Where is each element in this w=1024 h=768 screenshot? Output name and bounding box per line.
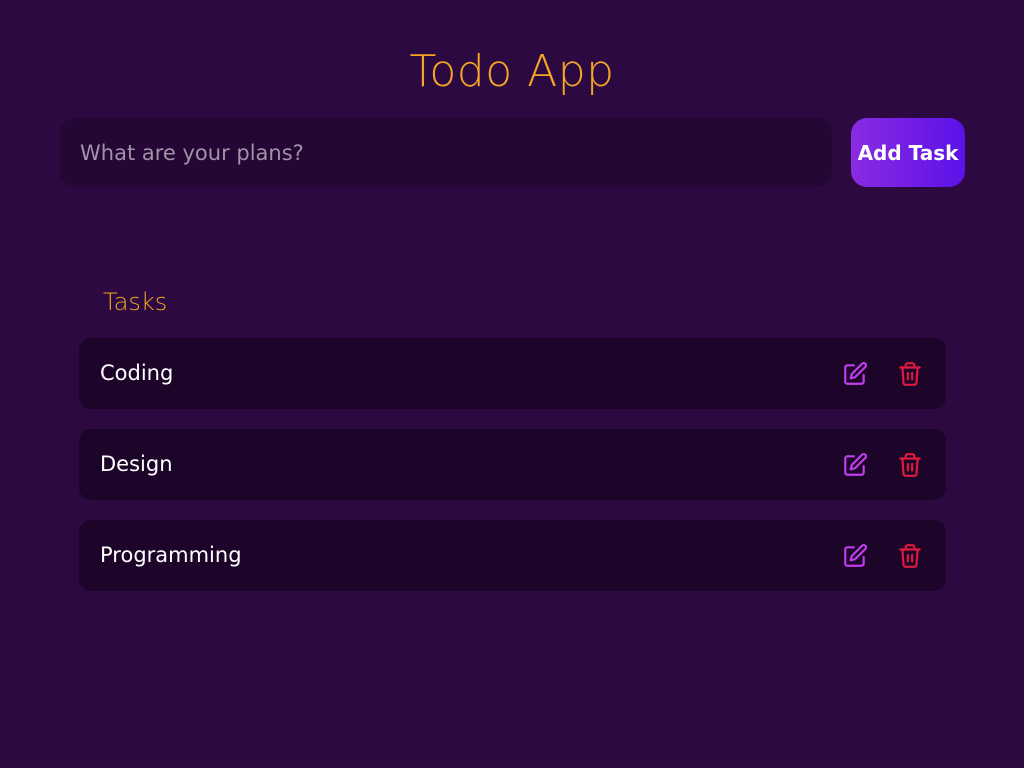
edit-icon xyxy=(844,453,867,476)
trash-icon xyxy=(899,453,921,477)
edit-icon xyxy=(844,544,867,567)
edit-icon xyxy=(844,362,867,385)
task-list: Coding Design Programming xyxy=(79,338,946,611)
edit-task-button[interactable] xyxy=(842,452,868,478)
task-input[interactable] xyxy=(60,118,832,187)
tasks-heading: Tasks xyxy=(103,288,168,316)
add-task-button[interactable]: Add Task xyxy=(851,118,965,187)
add-task-form: Add Task xyxy=(60,118,965,187)
trash-icon xyxy=(899,544,921,568)
task-item: Coding xyxy=(79,338,946,409)
edit-task-button[interactable] xyxy=(842,543,868,569)
delete-task-button[interactable] xyxy=(897,361,923,387)
task-item: Programming xyxy=(79,520,946,591)
task-item: Design xyxy=(79,429,946,500)
app-title: Todo App xyxy=(409,46,615,97)
trash-icon xyxy=(899,362,921,386)
edit-task-button[interactable] xyxy=(842,361,868,387)
delete-task-button[interactable] xyxy=(897,543,923,569)
task-label: Programming xyxy=(100,543,242,567)
task-label: Coding xyxy=(100,361,174,385)
task-label: Design xyxy=(100,452,173,476)
delete-task-button[interactable] xyxy=(897,452,923,478)
